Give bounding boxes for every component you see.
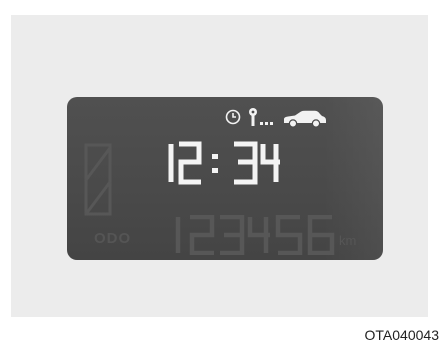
clock-time-display bbox=[168, 141, 280, 185]
status-icons bbox=[225, 107, 335, 129]
odometer-display bbox=[175, 215, 335, 255]
distance-unit-label: km bbox=[339, 233, 357, 248]
odometer-label: ODO bbox=[94, 230, 132, 247]
key-icon bbox=[249, 108, 273, 126]
car-icon bbox=[284, 110, 326, 128]
fuel-gauge-icon bbox=[84, 143, 112, 216]
lcd-screen: ODO km bbox=[67, 97, 383, 260]
clock-icon bbox=[225, 109, 241, 125]
figure-code: OTA040043 bbox=[364, 327, 439, 343]
